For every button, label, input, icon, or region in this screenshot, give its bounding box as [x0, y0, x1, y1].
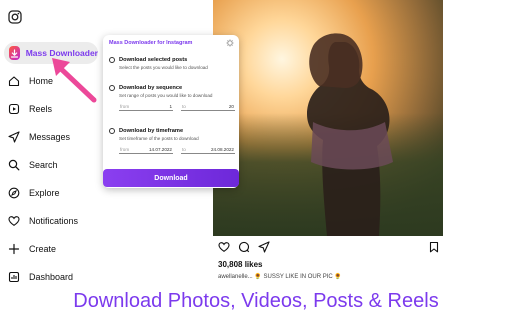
download-button[interactable]: Download — [103, 169, 239, 187]
dashboard-icon — [8, 271, 20, 283]
from-value: 14.07.2022 — [149, 147, 172, 152]
nav-item-dashboard[interactable]: Dashboard — [8, 269, 73, 285]
likes-count: 30,808 likes — [218, 260, 263, 269]
comment-icon[interactable] — [238, 241, 250, 253]
option-title: Download by timeframe — [119, 127, 184, 134]
radio-timeframe[interactable] — [109, 128, 115, 134]
option-description: Set range of posts you would like to dow… — [119, 93, 213, 98]
option-title: Download selected posts — [119, 56, 188, 63]
pointer-arrow — [52, 58, 97, 103]
reels-icon — [8, 103, 20, 115]
timeframe-range: from 14.07.2022 to 24.08.2022 — [119, 146, 235, 154]
sequence-from-input[interactable]: from 1 — [119, 103, 173, 111]
sequence-range: from 1 to 20 — [119, 103, 235, 111]
home-icon — [8, 76, 20, 87]
nav-label-explore: Explore — [29, 188, 60, 198]
panel-title: Mass Downloader for Instagram — [109, 40, 193, 46]
nav-item-explore[interactable]: Explore — [8, 185, 60, 201]
nav-item-search[interactable]: Search — [8, 157, 58, 173]
nav-item-create[interactable]: Create — [8, 241, 56, 257]
nav-label-notifications: Notifications — [29, 216, 79, 226]
promo-banner: Download Photos, Videos, Posts & Reels — [0, 284, 512, 320]
heart-icon — [8, 216, 20, 226]
radio-selected-posts[interactable] — [109, 57, 115, 63]
option-title: Download by sequence — [119, 84, 183, 91]
nav-label-search: Search — [29, 160, 58, 170]
nav-item-notifications[interactable]: Notifications — [8, 213, 78, 229]
search-icon — [8, 159, 20, 171]
to-value: 20 — [228, 104, 234, 109]
bookmark-icon[interactable] — [428, 241, 440, 253]
heart-icon[interactable] — [218, 241, 230, 253]
share-icon[interactable] — [258, 241, 270, 253]
instagram-logo-icon[interactable] — [8, 10, 22, 24]
nav-label-dashboard: Dashboard — [29, 272, 74, 282]
banner-text: Download Photos, Videos, Posts & Reels — [73, 290, 439, 312]
messages-icon — [8, 131, 20, 143]
explore-icon — [8, 187, 20, 199]
to-placeholder: to — [182, 147, 186, 152]
woman-silhouette — [307, 33, 393, 236]
to-value: 24.08.2022 — [211, 147, 234, 152]
post-caption: awellanelle... 🌻 SUSSY LIKE IN OUR PIC 🌻 — [218, 274, 342, 280]
nav-label-create: Create — [29, 244, 57, 254]
gear-icon[interactable] — [226, 39, 234, 47]
plus-icon — [8, 243, 20, 255]
to-placeholder: to — [182, 104, 186, 109]
sequence-to-input[interactable]: to 20 — [181, 103, 235, 111]
nav-item-messages[interactable]: Messages — [8, 129, 70, 145]
radio-sequence[interactable] — [109, 85, 115, 91]
from-placeholder: from — [120, 104, 130, 109]
option-description: Select the posts you would like to downl… — [119, 65, 208, 70]
sidebar: Mass Downloader Home Reels Messages Sear… — [0, 0, 100, 284]
timeframe-to-input[interactable]: to 24.08.2022 — [181, 146, 235, 154]
mass-downloader-panel: Mass Downloader for Instagram Download s… — [103, 35, 239, 188]
option-description: Set timeframe of the posts to download — [119, 136, 199, 141]
timeframe-from-input[interactable]: from 14.07.2022 — [119, 146, 173, 154]
from-placeholder: from — [120, 147, 130, 152]
from-value: 1 — [169, 104, 172, 109]
post-actions — [218, 241, 440, 255]
nav-label-messages: Messages — [29, 132, 71, 142]
download-icon — [9, 46, 20, 60]
post-image[interactable] — [213, 0, 443, 236]
